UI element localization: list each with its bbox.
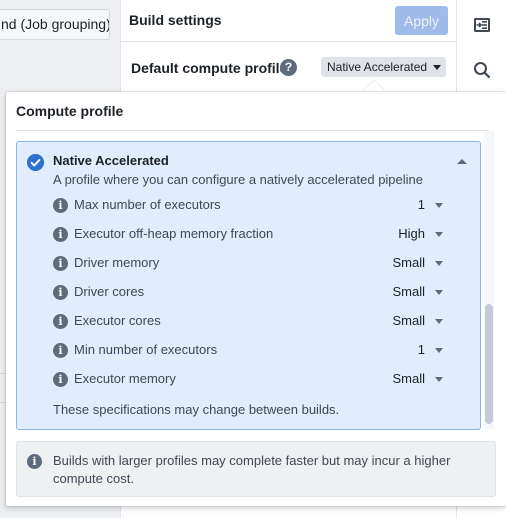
scrollbar-thumb[interactable] [485, 304, 493, 424]
profile-name: Native Accelerated [53, 153, 169, 168]
question-icon[interactable]: ? [280, 59, 297, 76]
spec-value-select[interactable]: 1 [418, 197, 443, 212]
spec-row: i Min number of executors 1 [53, 341, 443, 361]
compute-profile-select[interactable]: Native Accelerated [321, 57, 446, 77]
spec-row: i Driver memory Small [53, 254, 443, 274]
specifications-note: These specifications may change between … [53, 402, 340, 417]
spec-label: Driver cores [74, 284, 145, 299]
chevron-down-icon [435, 290, 443, 296]
search-icon[interactable] [473, 61, 491, 79]
spec-row: i Executor memory Small [53, 370, 443, 390]
selected-profile-value: Native Accelerated [327, 60, 428, 74]
spec-row: i Max number of executors 1 [53, 196, 443, 216]
chevron-down-icon [435, 203, 443, 209]
chevron-down-icon [435, 232, 443, 238]
info-icon[interactable]: i [53, 198, 68, 213]
default-compute-profile-row: Default compute profile ? Native Acceler… [121, 42, 457, 92]
spec-value-select[interactable]: Small [392, 313, 443, 328]
compute-profile-popover: Compute profile Native Accelerated A pro… [6, 92, 506, 506]
spec-value-select[interactable]: High [398, 226, 443, 241]
chevron-down-icon [435, 377, 443, 383]
spec-label: Max number of executors [74, 197, 221, 212]
info-icon[interactable]: i [53, 256, 68, 271]
apply-button[interactable]: Apply [395, 6, 448, 35]
spec-label: Executor cores [74, 313, 161, 328]
spec-value-select[interactable]: Small [392, 255, 443, 270]
info-icon[interactable]: i [53, 372, 68, 387]
chevron-down-icon [435, 348, 443, 354]
profile-card-native-accelerated[interactable]: Native Accelerated A profile where you c… [16, 141, 481, 430]
chevron-down-icon [433, 65, 442, 71]
spec-label: Driver memory [74, 255, 160, 270]
build-settings-header: Build settings Apply [121, 0, 457, 42]
info-icon[interactable]: i [53, 227, 68, 242]
callout-text: Builds with larger profiles may complete… [53, 453, 451, 486]
build-settings-title: Build settings [129, 12, 222, 28]
spec-label: Min number of executors [74, 342, 218, 357]
chevron-down-icon [435, 261, 443, 267]
chevron-down-icon [435, 319, 443, 325]
cost-info-callout: i Builds with larger profiles may comple… [16, 441, 496, 497]
info-icon[interactable]: i [53, 314, 68, 329]
spec-value-select[interactable]: Small [392, 371, 443, 386]
default-compute-profile-label: Default compute profile [131, 60, 288, 76]
spec-value-select[interactable]: 1 [418, 342, 443, 357]
panel-expand-icon[interactable] [473, 16, 491, 34]
profile-description: A profile where you can configure a nati… [53, 172, 424, 187]
spec-value-select[interactable]: Small [392, 284, 443, 299]
spec-label: Executor memory [74, 371, 176, 386]
chevron-up-icon[interactable] [457, 159, 467, 164]
job-grouping-button[interactable]: nd (Job grouping) [0, 9, 110, 40]
info-icon: i [27, 454, 42, 469]
spec-label: Executor off-heap memory fraction [74, 226, 274, 241]
spec-row: i Driver cores Small [53, 283, 443, 303]
spec-row: i Executor off-heap memory fraction High [53, 225, 443, 245]
spec-row: i Executor cores Small [53, 312, 443, 332]
check-circle-icon [27, 154, 44, 171]
divider [16, 130, 489, 131]
info-icon[interactable]: i [53, 285, 68, 300]
popover-title: Compute profile [16, 103, 124, 119]
info-icon[interactable]: i [53, 343, 68, 358]
